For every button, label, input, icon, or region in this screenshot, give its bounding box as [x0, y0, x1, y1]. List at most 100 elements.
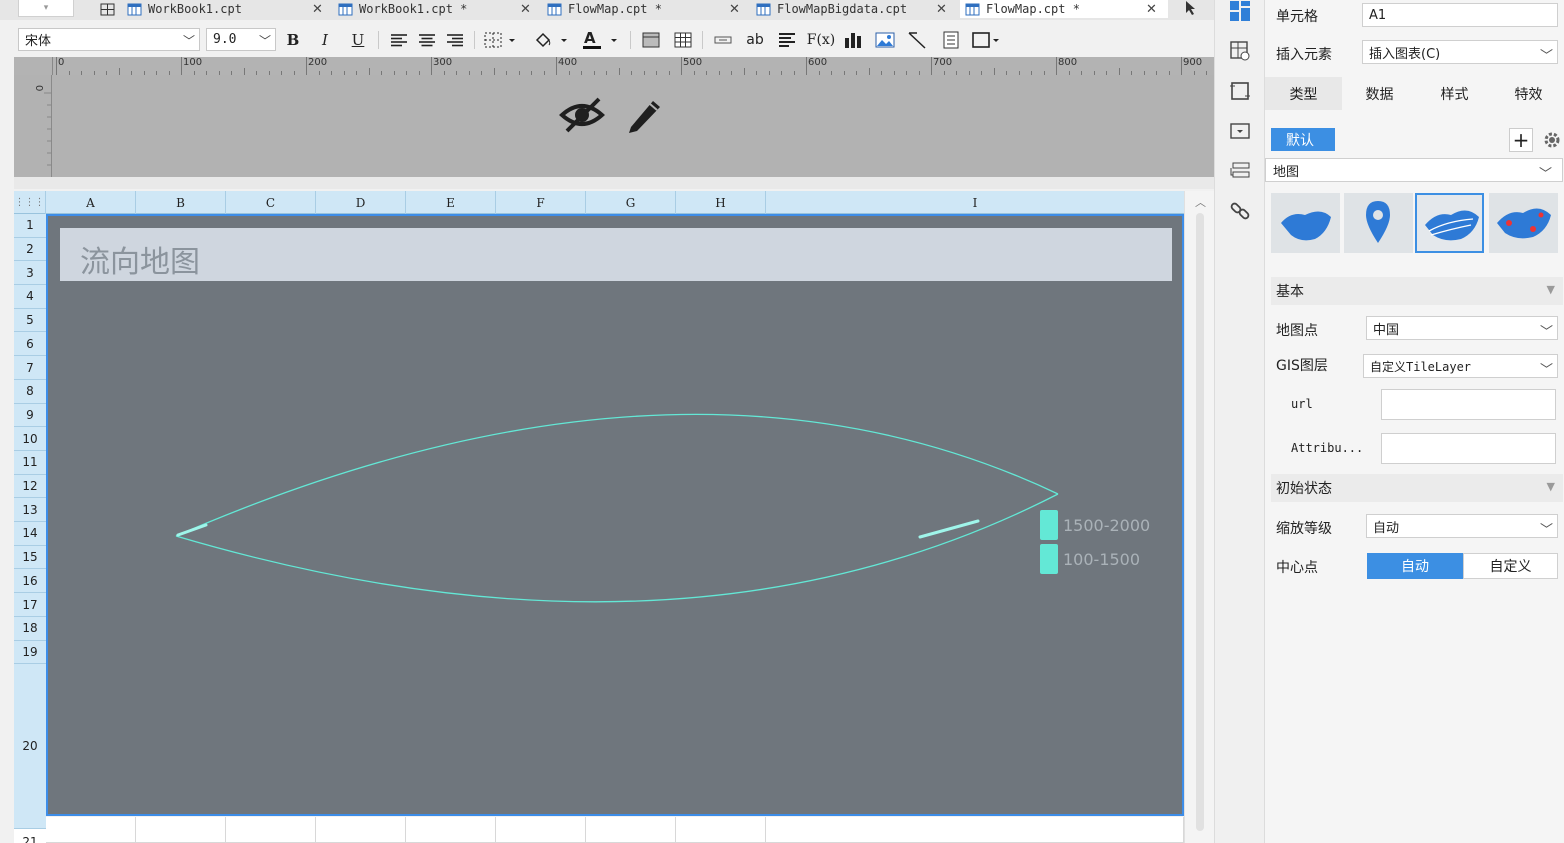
legend-item[interactable]: 1500-2000 — [1040, 510, 1150, 540]
section-initial-state[interactable]: 初始状态 ▼ — [1271, 474, 1563, 502]
row-header-10[interactable]: 10 — [14, 427, 46, 451]
map-point-select[interactable]: 中国 ﹀ — [1366, 316, 1558, 340]
attribution-input[interactable] — [1381, 433, 1556, 464]
grid-cell[interactable] — [766, 817, 1184, 843]
row-header-18[interactable]: 18 — [14, 617, 46, 641]
row-header-17[interactable]: 17 — [14, 593, 46, 617]
close-icon[interactable]: ✕ — [936, 2, 947, 17]
tab-style[interactable]: 样式 — [1417, 77, 1492, 110]
tab-flowmap[interactable]: FlowMap.cpt * ✕ — [547, 0, 747, 18]
row-header-2[interactable]: 2 — [14, 238, 46, 262]
point-map-thumbnail[interactable] — [1344, 193, 1413, 253]
grid-cell[interactable] — [586, 817, 676, 843]
column-header-f[interactable]: F — [496, 191, 586, 214]
add-icon[interactable]: + — [1509, 128, 1533, 152]
condition-attributes-icon[interactable] — [1229, 160, 1251, 182]
grid-cell[interactable] — [496, 817, 586, 843]
row-header-3[interactable]: 3 — [14, 261, 46, 286]
chevron-up-icon[interactable]: ︿ — [1195, 194, 1206, 210]
tab-effects[interactable]: 特效 — [1492, 77, 1564, 110]
legend-item[interactable]: 100-1500 — [1040, 544, 1140, 574]
row-header-8[interactable]: 8 — [14, 380, 46, 404]
widget-settings-icon[interactable] — [1229, 120, 1251, 142]
rich-text-icon[interactable] — [776, 29, 798, 51]
tab-data[interactable]: 数据 — [1342, 77, 1417, 110]
italic-button[interactable]: I — [316, 29, 334, 51]
vertical-scrollbar[interactable]: ︿ — [1184, 191, 1214, 843]
grid-cell[interactable] — [46, 817, 136, 843]
split-cells-icon[interactable] — [672, 29, 694, 51]
center-auto-toggle[interactable]: 自动 — [1367, 553, 1463, 579]
hyperlink-icon[interactable] — [1229, 200, 1251, 222]
column-header-i[interactable]: I — [766, 191, 1184, 214]
row-header-5[interactable]: 5 — [14, 309, 46, 333]
tab-flowmap-bigdata[interactable]: FlowMapBigdata.cpt ✕ — [756, 0, 956, 18]
close-icon[interactable]: ✕ — [520, 2, 531, 17]
area-map-thumbnail[interactable] — [1271, 193, 1340, 253]
fill-color-icon[interactable] — [532, 29, 572, 51]
edit-pencil-icon[interactable] — [623, 93, 665, 135]
grid-cell[interactable] — [406, 817, 496, 843]
cell-attributes-icon[interactable] — [1229, 40, 1251, 62]
chart-cell-a1[interactable]: 流向地图 1500-2000 100-1500 — [46, 214, 1184, 816]
row-header-15[interactable]: 15 — [14, 546, 46, 570]
insert-image-icon[interactable] — [874, 29, 896, 51]
formula-button[interactable]: F(x) — [807, 29, 836, 51]
url-input[interactable] — [1381, 389, 1556, 420]
row-header-11[interactable]: 11 — [14, 451, 46, 475]
align-center-icon[interactable] — [416, 29, 438, 51]
chart-type-select[interactable]: 地图 ﹀ — [1265, 158, 1563, 182]
slash-line-icon[interactable] — [906, 29, 928, 51]
insert-chart-icon[interactable] — [842, 29, 864, 51]
row-header-14[interactable]: 14 — [14, 522, 46, 546]
gis-layer-select[interactable]: 自定义TileLayer ﹀ — [1363, 354, 1558, 378]
row-header-16[interactable]: 16 — [14, 570, 46, 594]
insert-row-icon[interactable] — [712, 29, 734, 51]
column-header-c[interactable]: C — [226, 191, 316, 214]
row-header-6[interactable]: 6 — [14, 333, 46, 357]
font-size-select[interactable]: 9.0 ﹀ — [206, 28, 276, 51]
section-basic[interactable]: 基本 ▼ — [1271, 277, 1563, 305]
flow-map-thumbnail[interactable] — [1415, 193, 1484, 253]
border-style-icon[interactable] — [482, 29, 520, 51]
font-color-icon[interactable]: A — [580, 29, 622, 51]
column-header-g[interactable]: G — [586, 191, 676, 214]
cell-element-icon[interactable] — [1229, 0, 1251, 22]
float-element-icon[interactable] — [1229, 80, 1251, 102]
row-header-4[interactable]: 4 — [14, 285, 46, 309]
column-header-a[interactable]: A — [46, 191, 136, 214]
column-header-e[interactable]: E — [406, 191, 496, 214]
align-left-icon[interactable] — [388, 29, 410, 51]
column-header-h[interactable]: H — [676, 191, 766, 214]
merge-cells-icon[interactable] — [640, 29, 662, 51]
row-header-7[interactable]: 7 — [14, 356, 46, 380]
pane-divider[interactable] — [14, 177, 1214, 189]
default-style-chip[interactable]: 默认 — [1271, 128, 1335, 151]
grid-cell[interactable] — [316, 817, 406, 843]
sub-report-icon[interactable] — [940, 29, 962, 51]
hide-eye-icon[interactable] — [559, 95, 605, 135]
column-header-b[interactable]: B — [136, 191, 226, 214]
tab-flowmap-active[interactable]: FlowMap.cpt * ✕ — [960, 0, 1168, 18]
close-icon[interactable]: ✕ — [729, 2, 740, 17]
select-all-corner[interactable]: ⋮⋮⋮ — [14, 191, 46, 214]
cell-field[interactable]: A1 — [1362, 3, 1558, 27]
align-right-icon[interactable] — [444, 29, 466, 51]
underline-button[interactable]: U — [349, 29, 367, 51]
grid-cell[interactable] — [676, 817, 766, 843]
tab-type[interactable]: 类型 — [1265, 77, 1342, 110]
text-element-button[interactable]: ab — [744, 29, 766, 51]
grid-cell[interactable] — [226, 817, 316, 843]
row-header-9[interactable]: 9 — [14, 404, 46, 428]
tab-workbook1[interactable]: WorkBook1.cpt ✕ — [100, 0, 330, 18]
row-header-20[interactable]: 20 — [14, 664, 46, 830]
zoom-level-select[interactable]: 自动 ﹀ — [1366, 514, 1558, 538]
heat-map-thumbnail[interactable] — [1489, 193, 1558, 253]
bold-button[interactable]: B — [284, 29, 302, 51]
cursor-icon[interactable] — [1180, 0, 1202, 16]
insert-element-select[interactable]: 插入图表(C) ﹀ — [1362, 40, 1558, 64]
row-header-21[interactable]: 21 — [14, 829, 46, 843]
row-header-1[interactable]: 1 — [14, 214, 46, 238]
tab-workbook1-modified[interactable]: WorkBook1.cpt * ✕ — [338, 0, 538, 18]
close-icon[interactable]: ✕ — [1146, 2, 1157, 17]
